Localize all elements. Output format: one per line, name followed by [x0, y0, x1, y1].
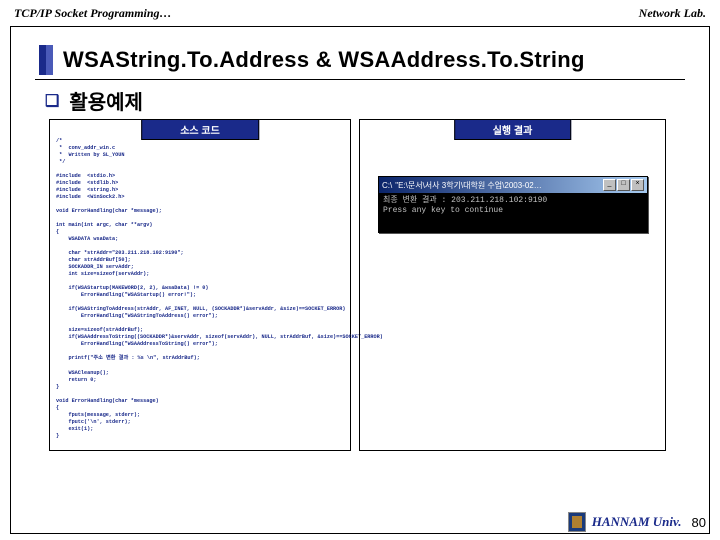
university-logo-icon [568, 512, 586, 532]
slide-footer: HANNAM Univ. 80 [568, 512, 706, 532]
result-label: 실행 결과 [454, 119, 572, 140]
console-window: C:\ "E:\문서\서사 3학기\대학원 수업\2003-02… _ □ × … [378, 176, 648, 233]
console-line-2: Press any key to continue [383, 206, 643, 216]
subtitle-row: ❑ 활용예제 [11, 80, 709, 115]
bullet-icon: ❑ [45, 91, 59, 111]
title-accent-bar [39, 45, 53, 75]
slide-header: TCP/IP Socket Programming… Network Lab. [0, 0, 720, 23]
panels-container: 소스 코드 /* * conv_addr_win.c * Written by … [11, 115, 709, 451]
result-panel: 실행 결과 C:\ "E:\문서\서사 3학기\대학원 수업\2003-02… … [359, 119, 666, 451]
console-titlebar: C:\ "E:\문서\서사 3학기\대학원 수업\2003-02… _ □ × [379, 177, 647, 193]
title-row: WSAString.To.Address & WSAAddress.To.Str… [11, 27, 709, 77]
header-left: TCP/IP Socket Programming… [14, 6, 172, 21]
console-output: 최종 변환 결과 : 203.211.218.102:9190 Press an… [379, 193, 647, 232]
console-line-1: 최종 변환 결과 : 203.211.218.102:9190 [383, 196, 643, 206]
minimize-button[interactable]: _ [603, 179, 616, 191]
header-right: Network Lab. [639, 6, 706, 21]
source-code-panel: 소스 코드 /* * conv_addr_win.c * Written by … [49, 119, 351, 451]
window-controls: _ □ × [603, 179, 644, 191]
slide-frame: WSAString.To.Address & WSAAddress.To.Str… [10, 26, 710, 534]
slide-title: WSAString.To.Address & WSAAddress.To.Str… [63, 47, 585, 73]
page-number: 80 [692, 515, 706, 530]
source-code-label: 소스 코드 [141, 119, 259, 140]
source-code-text: /* * conv_addr_win.c * Written by SL_YOU… [50, 120, 350, 444]
university-name: HANNAM Univ. [592, 514, 682, 530]
subtitle-text: 활용예제 [69, 86, 143, 115]
close-button[interactable]: × [631, 179, 644, 191]
cmd-icon: C:\ [382, 181, 392, 190]
console-title-text: "E:\문서\서사 3학기\대학원 수업\2003-02… [395, 180, 542, 191]
maximize-button[interactable]: □ [617, 179, 630, 191]
